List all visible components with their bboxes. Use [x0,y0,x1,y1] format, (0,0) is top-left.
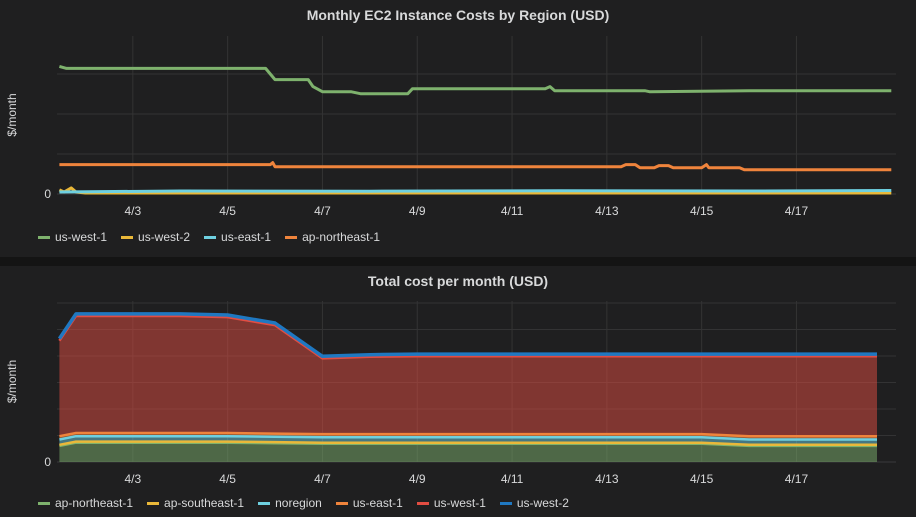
legend-swatch [335,501,348,505]
y-tick-label: 0 [44,187,51,201]
legend-label: us-east-1 [352,496,403,510]
legend-item-ap-northeast-1[interactable]: ap-northeast-1 [38,496,133,510]
series-line-us-west-1 [58,64,892,96]
x-tick-label: 4/17 [785,204,809,218]
legend-item-us-west-1[interactable]: us-west-1 [416,496,486,510]
legend-swatch [499,501,512,505]
y-axis-label: $/month [5,360,19,403]
plot-area [58,64,892,195]
x-tick-label: 4/15 [690,204,714,218]
chart-legend: ap-northeast-1 ap-southeast-1 noregion us-e… [38,495,583,511]
series-line-us-east-1 [59,189,892,194]
x-tick-label: 4/15 [690,472,714,486]
legend-item-ap-southeast-1[interactable]: ap-southeast-1 [147,496,244,510]
x-tick-label: 4/5 [219,472,236,486]
x-tick-label: 4/9 [409,472,426,486]
legend-item-us-west-2[interactable]: us-west-2 [499,496,569,510]
legend-swatch [147,501,160,505]
legend-label: us-west-1 [433,496,486,510]
legend-item-noregion[interactable]: noregion [258,496,322,510]
legend-item-us-west-1[interactable]: us-west-1 [38,230,107,244]
series-area-us-west-1 [59,316,877,437]
chart-legend: us-west-1 us-west-2 us-east-1 ap-northeast-… [38,229,394,245]
series-line-ap-northeast-1 [59,161,892,172]
x-axis-ticks: 4/3 4/5 4/7 4/9 4/11 4/13 4/15 4/17 [124,204,808,218]
cost-by-region-panel: Monthly EC2 Instance Costs by Region (US… [0,0,916,257]
legend-label: ap-northeast-1 [55,496,134,510]
legend-label: us-east-1 [221,230,272,244]
x-tick-label: 4/7 [314,472,331,486]
legend-swatch [38,235,50,239]
cost-by-region-chart: 4/3 4/5 4/7 4/9 4/11 4/13 4/15 4/17 0 $/month [5,36,896,218]
legend-swatch [121,235,134,239]
legend-label: ap-southeast-1 [164,496,245,510]
total-cost-chart: 4/3 4/5 4/7 4/9 4/11 4/13 4/15 4/17 0 $/month [5,301,896,486]
x-tick-label: 4/17 [785,472,809,486]
legend-item-ap-northeast-1[interactable]: ap-northeast-1 [285,230,380,244]
y-tick-label: 0 [44,455,51,469]
legend-swatch [258,501,271,505]
x-axis-ticks: 4/3 4/5 4/7 4/9 4/11 4/13 4/15 4/17 [124,472,808,486]
x-tick-label: 4/11 [501,204,524,218]
plot-area [57,312,877,462]
legend-item-us-east-1[interactable]: us-east-1 [204,230,271,244]
x-tick-label: 4/13 [595,204,619,218]
x-tick-label: 4/9 [409,204,426,218]
legend-label: ap-northeast-1 [302,230,381,244]
legend-item-us-west-2[interactable]: us-west-2 [121,230,190,244]
legend-swatch [204,235,217,239]
total-cost-panel: Total cost per month (USD) 4/3 4/5 4/7 4/9 4… [0,266,916,517]
legend-swatch [38,501,50,505]
legend-item-us-east-1[interactable]: us-east-1 [335,496,403,510]
x-tick-label: 4/5 [219,204,236,218]
x-tick-label: 4/7 [314,204,331,218]
legend-swatch [285,235,298,239]
x-tick-label: 4/3 [124,472,141,486]
legend-label: noregion [275,496,322,510]
x-tick-label: 4/13 [595,472,619,486]
legend-label: us-west-2 [516,496,569,510]
y-axis-label: $/month [5,93,19,136]
legend-swatch [416,501,429,505]
legend-label: us-west-2 [138,230,191,244]
legend-label: us-west-1 [55,230,108,244]
x-tick-label: 4/11 [501,472,524,486]
x-tick-label: 4/3 [124,204,141,218]
